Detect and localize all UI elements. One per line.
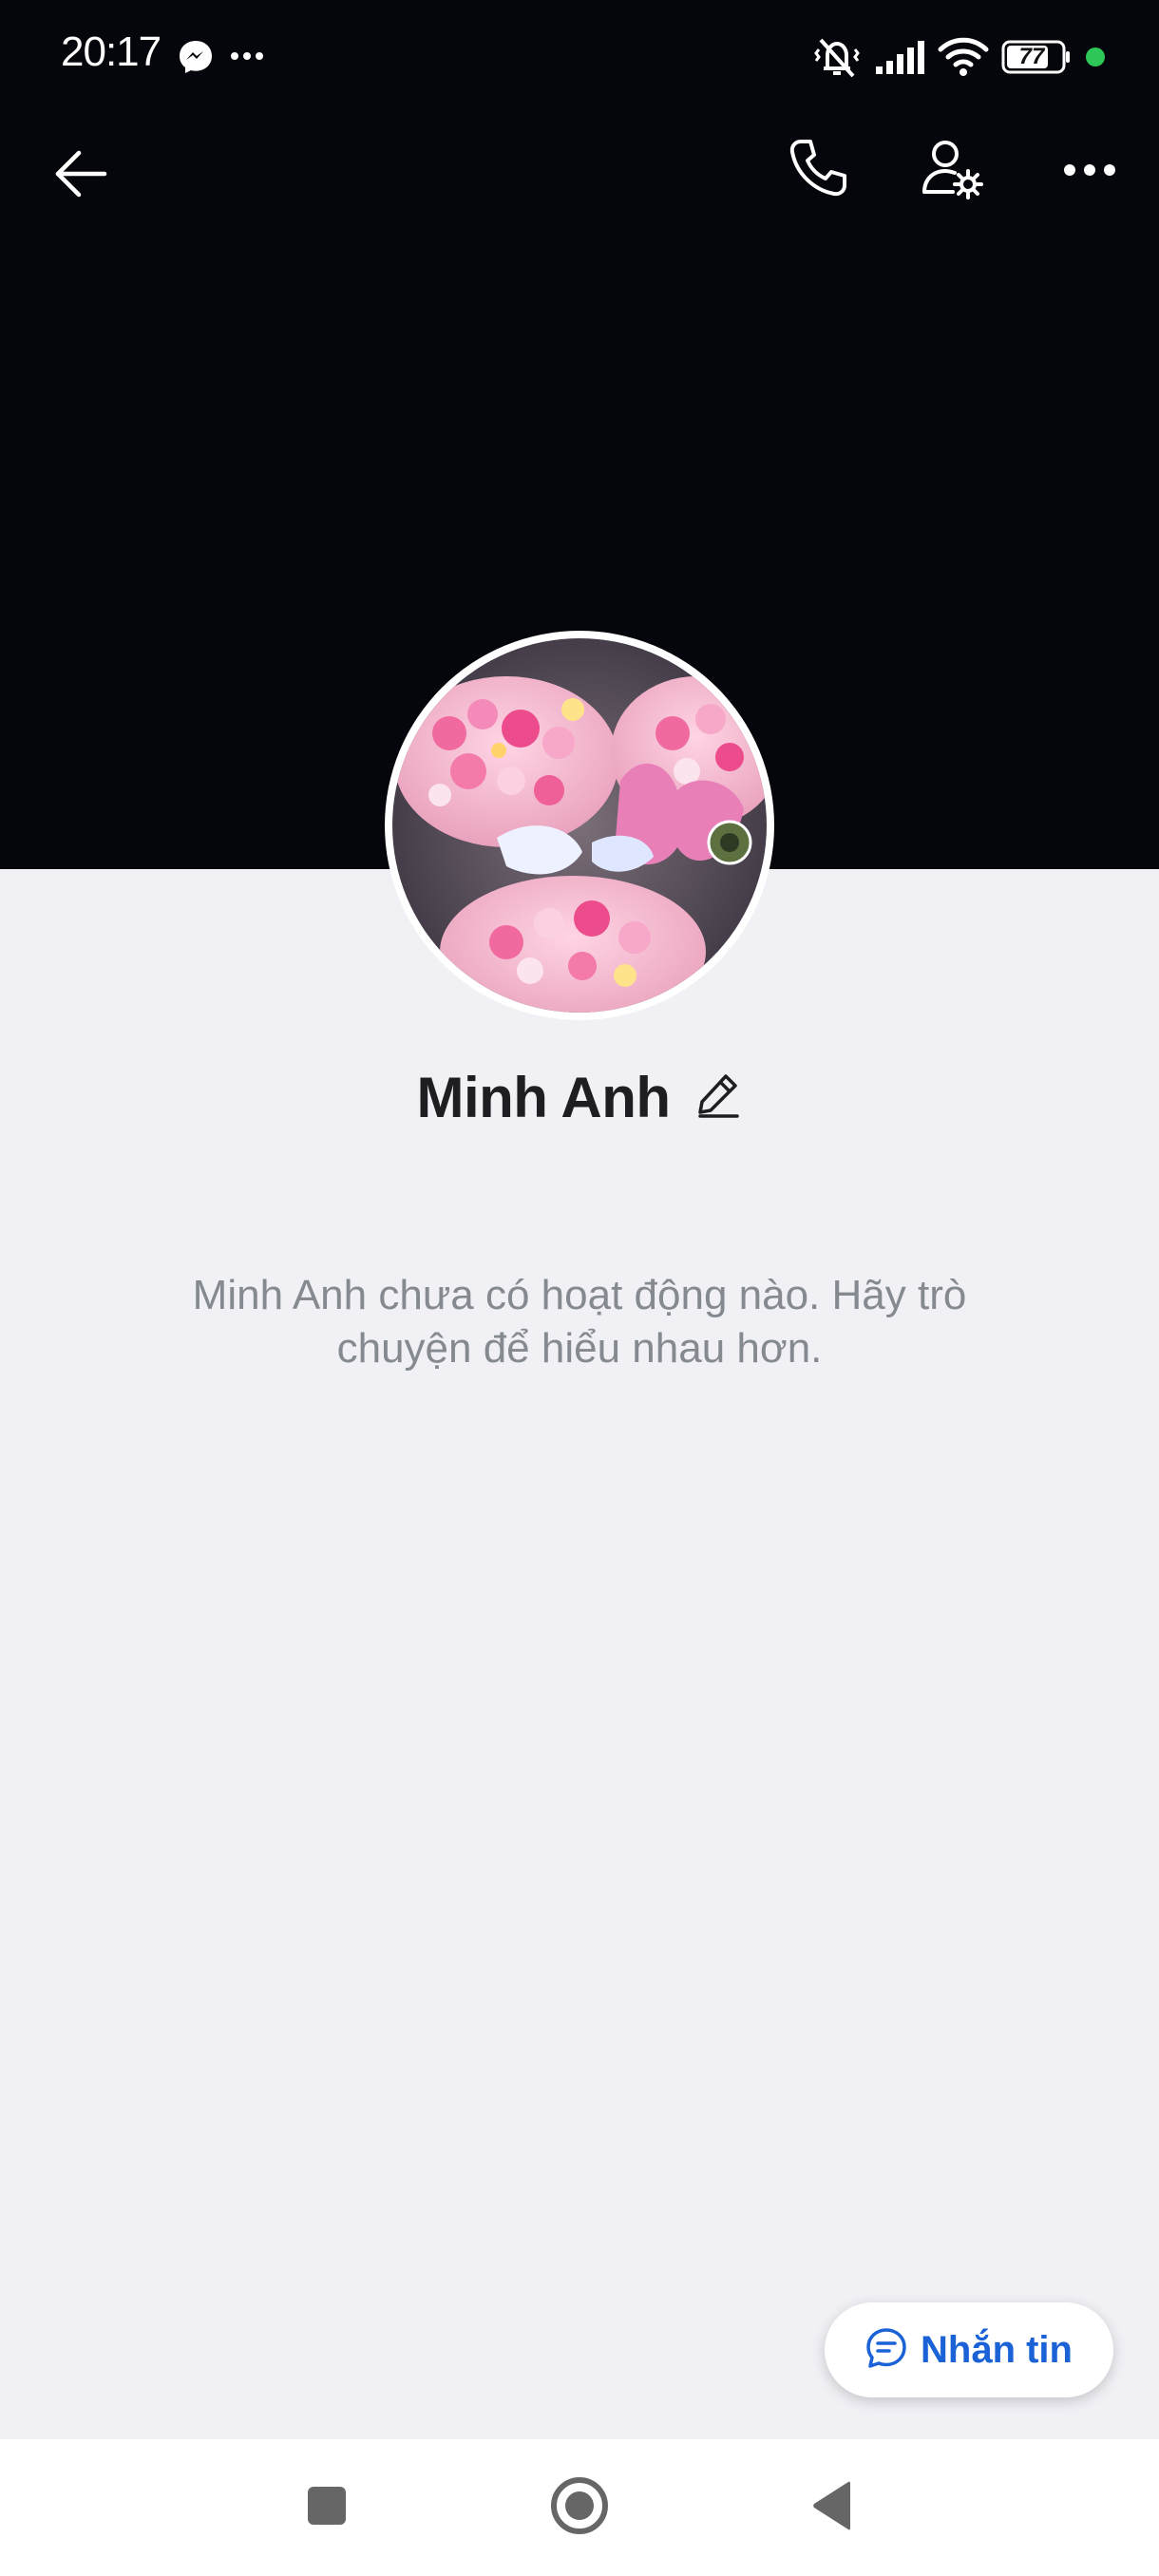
profile-name: Minh Anh <box>416 1065 671 1129</box>
profile-name-row: Minh Anh <box>0 1059 1159 1135</box>
profile-screen: 20:17 77 Minh Anh Minh Anh chưa có hoạt … <box>0 0 1159 2576</box>
profile-settings-button[interactable] <box>909 127 997 215</box>
phone-icon <box>788 138 848 203</box>
home-button[interactable] <box>513 2439 646 2576</box>
more-options-button[interactable] <box>1047 129 1132 215</box>
profile-avatar[interactable] <box>385 631 774 1020</box>
chat-bubble-icon <box>865 2327 907 2374</box>
recents-button[interactable] <box>260 2439 393 2576</box>
status-time: 20:17 <box>61 28 162 75</box>
system-back-button[interactable] <box>766 2439 899 2576</box>
profile-photo <box>392 638 767 1013</box>
battery-level: 77 <box>1018 44 1045 69</box>
active-dot-icon <box>1086 47 1105 66</box>
messenger-icon <box>177 38 215 76</box>
battery-icon: 77 <box>1001 40 1072 74</box>
empty-activity-message: Minh Anh chưa có hoạt động nào. Hãy trò … <box>192 1272 967 1372</box>
circle-home-icon <box>549 2475 610 2541</box>
call-button[interactable] <box>775 127 861 213</box>
arrow-left-icon <box>52 145 109 207</box>
back-button[interactable] <box>38 133 124 218</box>
triangle-back-icon <box>810 2480 854 2536</box>
wifi-icon <box>937 34 990 78</box>
signal-icon <box>874 38 925 76</box>
pencil-icon <box>697 1072 739 1123</box>
silent-vibrate-icon <box>813 36 861 80</box>
user-settings-icon <box>921 137 985 206</box>
more-notifications-icon <box>230 49 264 63</box>
status-bar: 20:17 77 <box>0 0 1159 114</box>
more-horizontal-icon <box>1063 162 1116 182</box>
system-nav-bar <box>0 2439 1159 2576</box>
send-message-label: Nhắn tin <box>921 2328 1073 2371</box>
send-message-button[interactable]: Nhắn tin <box>825 2302 1113 2397</box>
edit-name-button[interactable] <box>694 1072 743 1122</box>
square-icon <box>306 2485 348 2531</box>
